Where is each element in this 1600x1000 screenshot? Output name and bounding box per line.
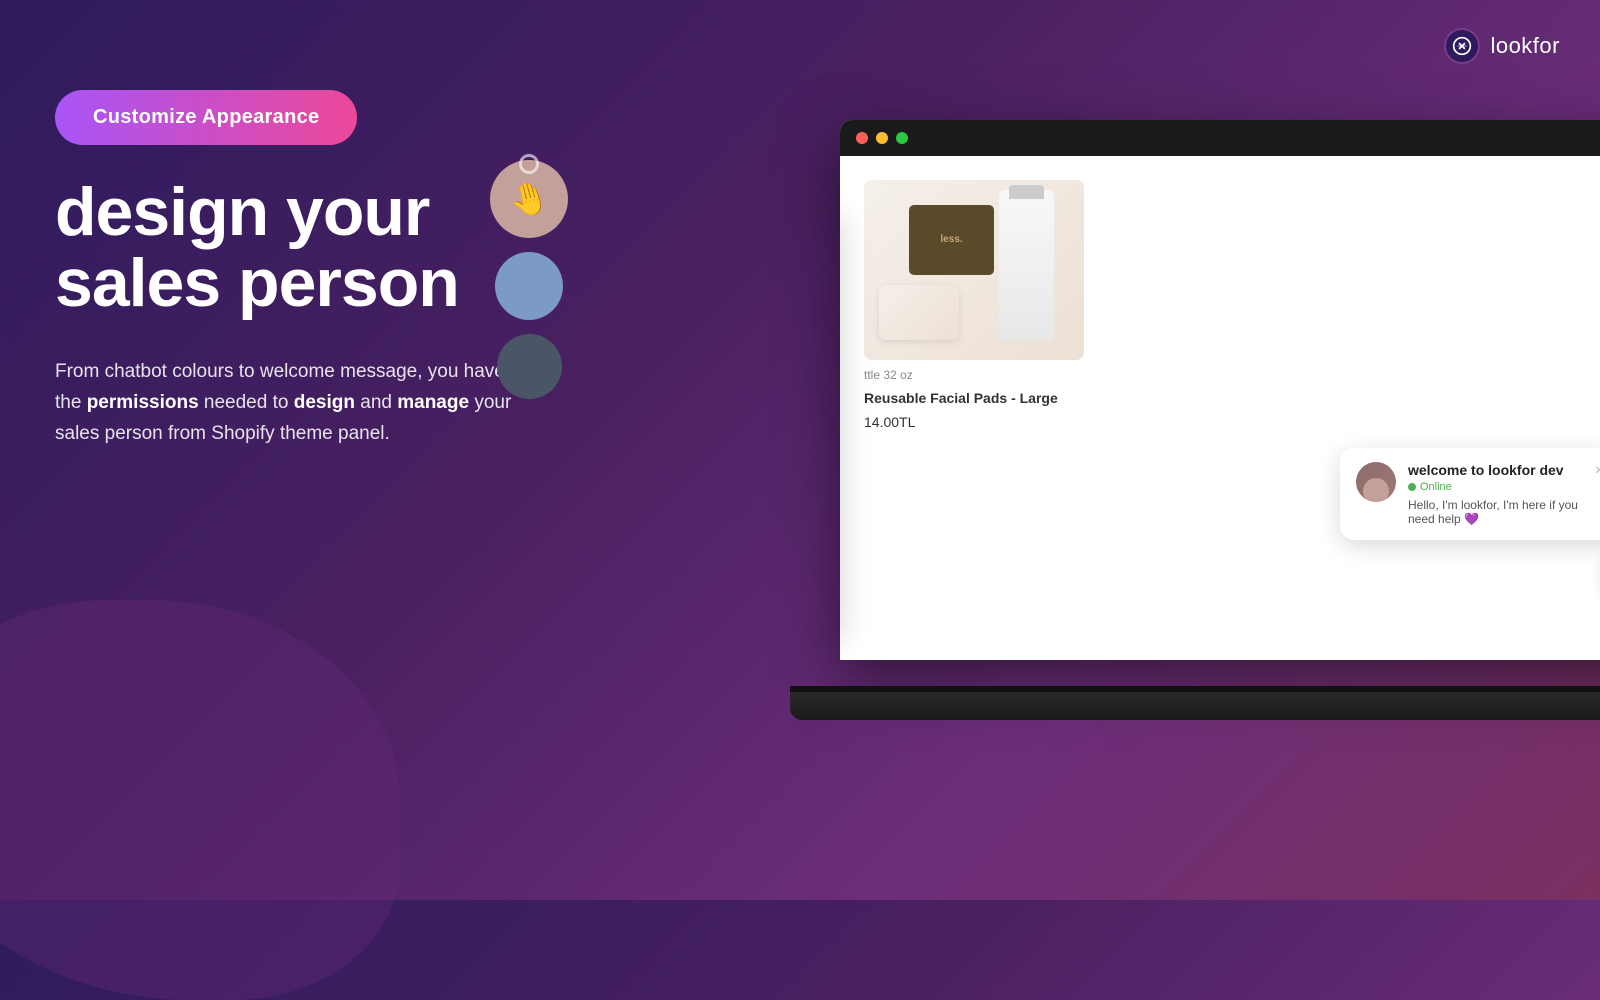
background-blob bbox=[0, 600, 400, 1000]
swatch-dark[interactable] bbox=[497, 334, 562, 399]
tag-text: less. bbox=[940, 233, 962, 247]
status-text: Online bbox=[1420, 481, 1452, 493]
mini-popup-avatar bbox=[1356, 462, 1396, 502]
swatch-blue[interactable] bbox=[495, 252, 563, 320]
mini-popup-status: Online bbox=[1408, 481, 1583, 493]
description-bold2: design bbox=[294, 392, 355, 413]
mini-popup-message: Hello, I'm lookfor, I'm here if you need… bbox=[1408, 498, 1583, 526]
right-area: less. ttle 32 oz Reusable Facial Pads - … bbox=[760, 100, 1600, 720]
bottle-cap-visual bbox=[1009, 185, 1044, 199]
logo-icon bbox=[1444, 28, 1480, 64]
hand-icon: 🤚 bbox=[506, 178, 553, 219]
mini-popup-body: welcome to lookfor dev Online Hello, I'm… bbox=[1408, 462, 1583, 526]
laptop-base bbox=[790, 692, 1600, 720]
bottle-body bbox=[999, 190, 1054, 340]
product-image: less. bbox=[864, 180, 1084, 360]
product-subtitle: ttle 32 oz bbox=[864, 368, 1600, 382]
mini-avatar-head bbox=[1363, 478, 1389, 502]
soap-bar bbox=[879, 285, 959, 340]
description-mid: needed to bbox=[199, 392, 294, 413]
browser-dot-green bbox=[896, 132, 908, 144]
product-tag: less. bbox=[909, 205, 994, 275]
description-bold3: manage bbox=[397, 392, 469, 413]
mini-notification-popup: welcome to lookfor dev Online Hello, I'm… bbox=[1340, 448, 1600, 540]
shop-area: less. ttle 32 oz Reusable Facial Pads - … bbox=[840, 156, 1600, 660]
swatch-ring bbox=[519, 154, 539, 174]
browser-dot-yellow bbox=[876, 132, 888, 144]
description: From chatbot colours to welcome message,… bbox=[55, 356, 535, 450]
browser-dot-red bbox=[856, 132, 868, 144]
browser-content: less. ttle 32 oz Reusable Facial Pads - … bbox=[840, 156, 1600, 660]
description-bold1: permissions bbox=[87, 392, 199, 413]
description-and: and bbox=[355, 392, 397, 413]
product-price: 14.00TL bbox=[864, 414, 1600, 430]
logo-text: lookfor bbox=[1490, 33, 1560, 59]
headline-line2: sales person bbox=[55, 245, 459, 321]
product-name: Reusable Facial Pads - Large bbox=[864, 390, 1600, 406]
mini-popup-title: welcome to lookfor dev bbox=[1408, 462, 1583, 478]
headline-line1: design your bbox=[55, 174, 429, 250]
swatch-pink[interactable]: 🤚 bbox=[490, 160, 568, 238]
browser-window: less. ttle 32 oz Reusable Facial Pads - … bbox=[840, 120, 1600, 660]
product-card: less. ttle 32 oz Reusable Facial Pads - … bbox=[864, 180, 1600, 430]
lookfor-logo-svg bbox=[1452, 36, 1472, 56]
mini-popup-close-button[interactable]: × bbox=[1595, 462, 1600, 480]
left-content: Customize Appearance design your sales p… bbox=[55, 90, 535, 450]
headline: design your sales person bbox=[55, 177, 535, 320]
product-img-visual: less. bbox=[864, 180, 1084, 360]
logo-area: lookfor bbox=[1444, 28, 1560, 64]
customize-button[interactable]: Customize Appearance bbox=[55, 90, 357, 145]
browser-bar bbox=[840, 120, 1600, 156]
status-online-dot bbox=[1408, 483, 1416, 491]
color-swatches: 🤚 bbox=[490, 160, 568, 399]
